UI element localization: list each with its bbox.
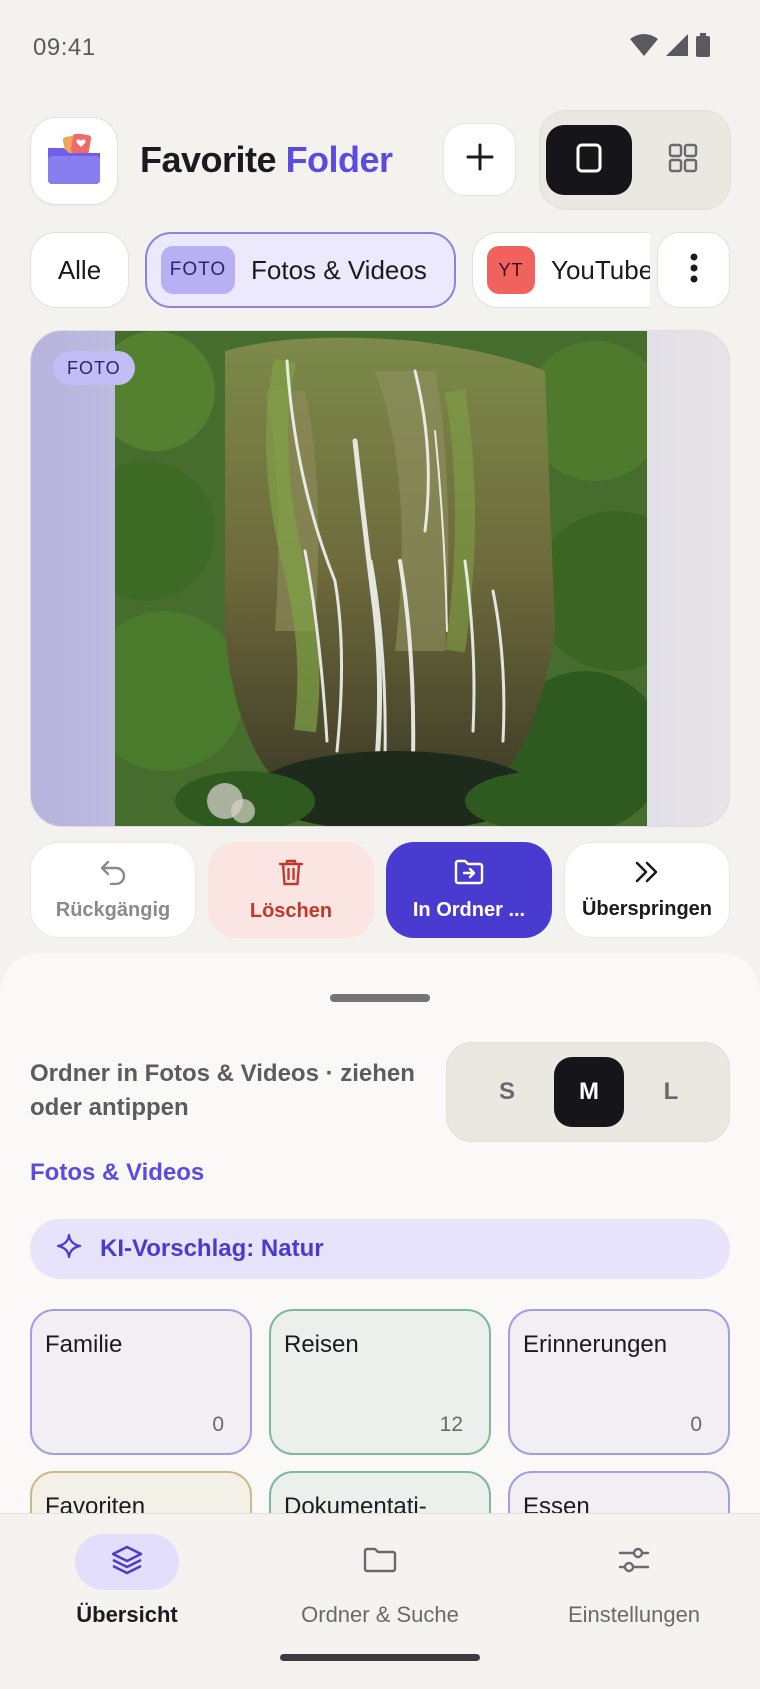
nav-item-folders-search[interactable]: Ordner & Suche [270, 1534, 490, 1634]
folder-count: 0 [690, 1413, 702, 1436]
nav-icon-container [328, 1534, 432, 1590]
folder-icon [363, 1546, 397, 1579]
folder-name: Reisen [284, 1331, 359, 1358]
app-title-main: Favorite [140, 139, 277, 180]
bottom-navigation: Übersicht Ordner & Suche Einstellungen [0, 1513, 760, 1689]
add-button[interactable] [443, 123, 516, 196]
filter-chip-label: Fotos & Videos [251, 254, 427, 285]
photo-tag-badge: FOTO [161, 246, 235, 294]
skip-label: Überspringen [581, 897, 713, 920]
more-options-button[interactable] [657, 232, 730, 308]
media-type-badge: FOTO [53, 351, 135, 385]
chevrons-right-icon [634, 860, 660, 890]
plus-icon [466, 143, 494, 176]
folder-count: 0 [212, 1413, 224, 1436]
waterfall-photo [115, 331, 647, 826]
filter-chip-label: YouTube [551, 254, 650, 285]
sheet-drag-handle[interactable] [330, 994, 430, 1002]
folder-tile-dokumentation[interactable]: Dokumentati- [269, 1471, 491, 1513]
folder-move-icon [454, 859, 484, 891]
filter-chip-row: Alle FOTO Fotos & Videos YT YouTube [0, 230, 760, 310]
folder-name: Familie [45, 1331, 123, 1358]
nav-label: Übersicht [76, 1602, 178, 1627]
folder-name: Favoriten [45, 1493, 146, 1513]
youtube-tag-badge: YT [487, 246, 535, 294]
folder-name: Dokumentati- [284, 1493, 427, 1513]
nav-label: Einstellungen [567, 1602, 701, 1627]
filter-chip-label: Alle [57, 254, 102, 285]
folder-tile-erinnerungen[interactable]: Erinnerungen 0 [508, 1309, 730, 1455]
grid-view-button[interactable] [640, 125, 726, 195]
folder-name: Essen [523, 1493, 590, 1513]
single-view-button[interactable] [546, 125, 632, 195]
skip-button[interactable]: Überspringen [564, 842, 730, 938]
action-bar: Rückgängig Löschen In Ordner ... Überspr… [0, 842, 760, 938]
app-title: Favorite Folder [140, 138, 393, 182]
more-vertical-icon [690, 253, 698, 288]
layers-icon [110, 1544, 144, 1581]
square-icon [576, 143, 602, 178]
signal-icon [666, 33, 688, 61]
home-indicator[interactable] [280, 1654, 480, 1661]
folder-name: Erinnerungen [523, 1331, 668, 1358]
app-title-accent: Folder [285, 139, 394, 180]
filter-chip-photos[interactable]: FOTO Fotos & Videos [145, 232, 456, 308]
undo-button[interactable]: Rückgängig [30, 842, 196, 938]
grid-icon [668, 143, 698, 178]
move-label: In Ordner ... [412, 898, 526, 921]
folder-tile-essen[interactable]: Essen [508, 1471, 730, 1513]
filter-chip-all[interactable]: Alle [30, 232, 129, 308]
battery-icon [696, 32, 710, 62]
ai-suggestion-banner[interactable]: KI-Vorschlag: Natur [30, 1219, 730, 1279]
folder-tile-reisen[interactable]: Reisen 12 [269, 1309, 491, 1455]
wifi-icon [630, 33, 658, 61]
folder-bottom-sheet: Ordner in Fotos & Videos · ziehen oder a… [0, 953, 760, 1513]
folder-count: 12 [439, 1413, 463, 1436]
status-icons [630, 32, 710, 62]
trash-icon [278, 858, 304, 892]
nav-item-overview[interactable]: Übersicht [17, 1534, 237, 1634]
folder-tile-favoriten[interactable]: Favoriten [30, 1471, 252, 1513]
undo-arrow-icon [99, 859, 127, 891]
view-mode-toggle [539, 110, 731, 210]
status-bar: 09:41 [0, 0, 760, 96]
sparkle-icon [56, 1233, 82, 1266]
folder-heart-logo-icon [46, 132, 102, 189]
nav-label: Ordner & Suche [301, 1602, 459, 1627]
tile-size-toggle: S M L [446, 1042, 730, 1142]
folder-tile-familie[interactable]: Familie 0 [30, 1309, 252, 1455]
delete-button[interactable]: Löschen [208, 842, 374, 938]
sliders-icon [618, 1546, 650, 1579]
media-preview-card[interactable]: FOTO [30, 330, 730, 827]
undo-label: Rückgängig [55, 898, 171, 921]
sheet-description: Ordner in Fotos & Videos · ziehen oder a… [30, 1060, 415, 1121]
nav-item-settings[interactable]: Einstellungen [524, 1534, 744, 1634]
breadcrumb[interactable]: Fotos & Videos [30, 1159, 204, 1187]
size-option-m[interactable]: M [554, 1057, 624, 1127]
nav-icon-container [582, 1534, 686, 1590]
move-to-folder-button[interactable]: In Ordner ... [386, 842, 552, 938]
size-option-s[interactable]: S [472, 1057, 542, 1127]
size-option-l[interactable]: L [636, 1057, 706, 1127]
delete-label: Löschen [249, 899, 333, 922]
app-logo-button[interactable] [30, 117, 118, 205]
status-time: 09:41 [33, 34, 96, 61]
nav-icon-container [75, 1534, 179, 1590]
filter-chip-youtube[interactable]: YT YouTube [472, 232, 650, 308]
app-screen: 09:41 Favorite Folder Alle FOTO Fotos & … [0, 0, 760, 1689]
ai-suggestion-label: KI-Vorschlag: Natur [100, 1235, 324, 1262]
